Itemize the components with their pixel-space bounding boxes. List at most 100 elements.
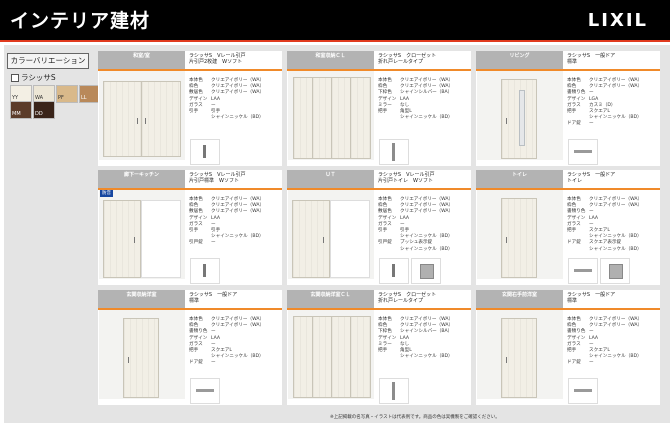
checkbox-icon[interactable] (11, 74, 19, 82)
spec-value: LAA (400, 96, 410, 102)
spec-value: ー (589, 209, 594, 215)
wood-grain (142, 82, 180, 156)
wood-grain (502, 199, 536, 277)
spec-value: 引手 (211, 228, 221, 234)
hardware-thumbnail[interactable] (379, 258, 409, 284)
room-card[interactable]: 和室収納ＣＬ ラシッサS クローゼット 折れ戸レールタイプ 本体色 クリエアイボリー（W… (287, 51, 471, 166)
room-card[interactable]: ＵＴ ラシッサS Vレール引戸 片引戸トイレ Wソフト 本体色 クリエアイボリー（WA）… (287, 170, 471, 285)
room-name: 玄関収納洋室ＣＬ (287, 290, 374, 308)
color-swatch-code: PF (58, 95, 64, 101)
status-badge: 防音 (100, 190, 113, 197)
spec-value: クリエアイボリー（WA） (589, 84, 643, 90)
hardware-thumbnail[interactable] (190, 139, 220, 165)
product-name: ラシッサS Vレール引戸 片引戸トイレ Wソフト (378, 172, 435, 184)
spec-value: 引手 (400, 228, 410, 234)
color-variation-button[interactable]: カラーバリエーション (7, 53, 89, 69)
product-name: ラシッサS Vレール引戸 片引戸標準 Wソフト (189, 172, 246, 184)
spec-value: LAA (400, 215, 410, 221)
door-illustration (99, 190, 185, 279)
color-swatch-code: DD (35, 111, 43, 117)
door-illustration (477, 310, 563, 399)
room-card[interactable]: 玄関収納洋室 ラシッサS 一般ドア 標準 本体色 クリエアイボリー（WA） 枠色 クリエアイ… (98, 290, 282, 405)
spec-row: シャインニッケル（BD） (378, 247, 470, 253)
door-handle-icon (323, 237, 324, 243)
spec-list: 本体色 クリエアイボリー（WA） 枠色 クリエアイボリー（WA） 下枠色 シャインシルバー… (378, 78, 470, 121)
spec-value: ー (211, 329, 216, 335)
room-name: 玄関右手前洋室 (476, 290, 563, 308)
room-card[interactable]: 玄関収納洋室ＣＬ ラシッサS クローゼット 折れ戸レールタイプ 本体色 クリエアイボリー… (287, 290, 471, 405)
spec-value: シャインニッケル（BD） (211, 354, 264, 360)
wood-grain (502, 319, 536, 397)
room-card[interactable]: 玄関右手前洋室 ラシッサS 一般ドア 標準 本体色 クリエアイボリー（WA） 枠色 クリエア… (476, 290, 660, 405)
door-panel (501, 79, 537, 159)
handle-icon (203, 145, 206, 158)
hardware-thumbnail[interactable] (379, 378, 409, 404)
spec-value: クリエアイボリー（WA） (589, 323, 643, 329)
hardware-thumbnail[interactable] (568, 378, 598, 404)
door-handle-icon (137, 118, 138, 124)
room-card[interactable]: 和室/室 ラシッサS Vレール引戸 片引戸2枚建 Wソフト 本体色 クリエアイボリー（W… (98, 51, 282, 166)
series-checkbox[interactable]: ラシッサS (11, 72, 56, 83)
header-divider (0, 40, 670, 42)
product-line: 片引戸標準 Wソフト (189, 178, 239, 184)
handle-icon (574, 389, 592, 392)
series-label: ラシッサS (21, 73, 56, 82)
spec-value: シャインニッケル（BD） (400, 246, 453, 252)
closet-panel (293, 77, 314, 159)
spec-value: クリエアイボリー（WA） (589, 197, 643, 202)
spec-value: ー (211, 360, 216, 366)
product-name: ラシッサS 一般ドア トイレ (567, 172, 615, 184)
closet-panel (350, 77, 371, 159)
lock-thumbnail[interactable] (600, 258, 630, 284)
open-doorway (141, 200, 181, 278)
door-handle-icon (128, 357, 129, 363)
wood-grain (332, 317, 351, 397)
closet-panel (350, 316, 371, 398)
door-panel (501, 318, 537, 398)
spec-value: シャインニッケル（BD） (589, 234, 642, 240)
spec-value: LGA (589, 96, 599, 102)
room-card[interactable]: 廊下ーキッチン 防音 ラシッサS Vレール引戸 片引戸標準 Wソフト 本体色 クリエアイボ… (98, 170, 282, 285)
header-bar: インテリア建材 LIXIL (0, 0, 670, 40)
handle-icon (203, 264, 206, 277)
handle-icon (392, 143, 395, 161)
spec-key: ドア錠 (567, 240, 581, 246)
spec-key: 引戸錠 (189, 240, 203, 246)
spec-value: クリエアイボリー（WA） (211, 78, 265, 83)
hardware-thumbnail[interactable] (379, 139, 409, 165)
door-panel (292, 200, 330, 278)
spec-value: LAA (400, 335, 410, 341)
door-panel (103, 200, 141, 278)
product-line: 折れ戸レールタイプ (378, 59, 424, 65)
brand-logo: LIXIL (587, 10, 648, 31)
room-name: リビング (476, 51, 563, 69)
spec-value: スクエアL (211, 348, 232, 354)
spec-value: シャインシルバー（BA） (400, 90, 453, 96)
wood-grain (351, 78, 370, 158)
hardware-thumbnail[interactable] (568, 258, 598, 284)
room-card[interactable]: リビング ラシッサS 一般ドア 標準 本体色 クリエアイボリー（WA） 枠色 クリエアイボリ… (476, 51, 660, 166)
lock-thumbnail[interactable] (411, 258, 441, 284)
spec-value: ー (589, 341, 594, 347)
lock-icon (609, 264, 623, 279)
hardware-thumbnail[interactable] (568, 139, 598, 165)
spec-value: 引手 (211, 109, 221, 115)
product-line: 片引戸2枚建 Wソフト (189, 59, 243, 65)
open-doorway (330, 200, 370, 278)
product-name: ラシッサS 一般ドア 標準 (567, 292, 615, 304)
product-name: ラシッサS 一般ドア 標準 (189, 292, 237, 304)
spec-key: ドア錠 (567, 121, 581, 127)
spec-row: ドア錠 ー (189, 360, 281, 366)
room-card[interactable]: トイレ ラシッサS 一般ドア トイレ 本体色 クリエアイボリー（WA） 枠色 クリエアイボリ… (476, 170, 660, 285)
spec-value: スクエア表示錠 (589, 240, 622, 246)
spec-value: シャインシルバー（BA） (400, 329, 453, 335)
hardware-thumbnail[interactable] (190, 258, 220, 284)
room-name: 玄関収納洋室 (98, 290, 185, 308)
spec-value: LAA (211, 335, 221, 341)
spec-value: クリエアイボリー（WA） (211, 84, 265, 90)
product-name: ラシッサS Vレール引戸 片引戸2枚建 Wソフト (189, 53, 246, 65)
spec-value: クリエアイボリー（WA） (400, 209, 454, 215)
spec-value: ー (589, 221, 594, 227)
door-illustration (99, 310, 185, 399)
hardware-thumbnail[interactable] (190, 378, 220, 404)
